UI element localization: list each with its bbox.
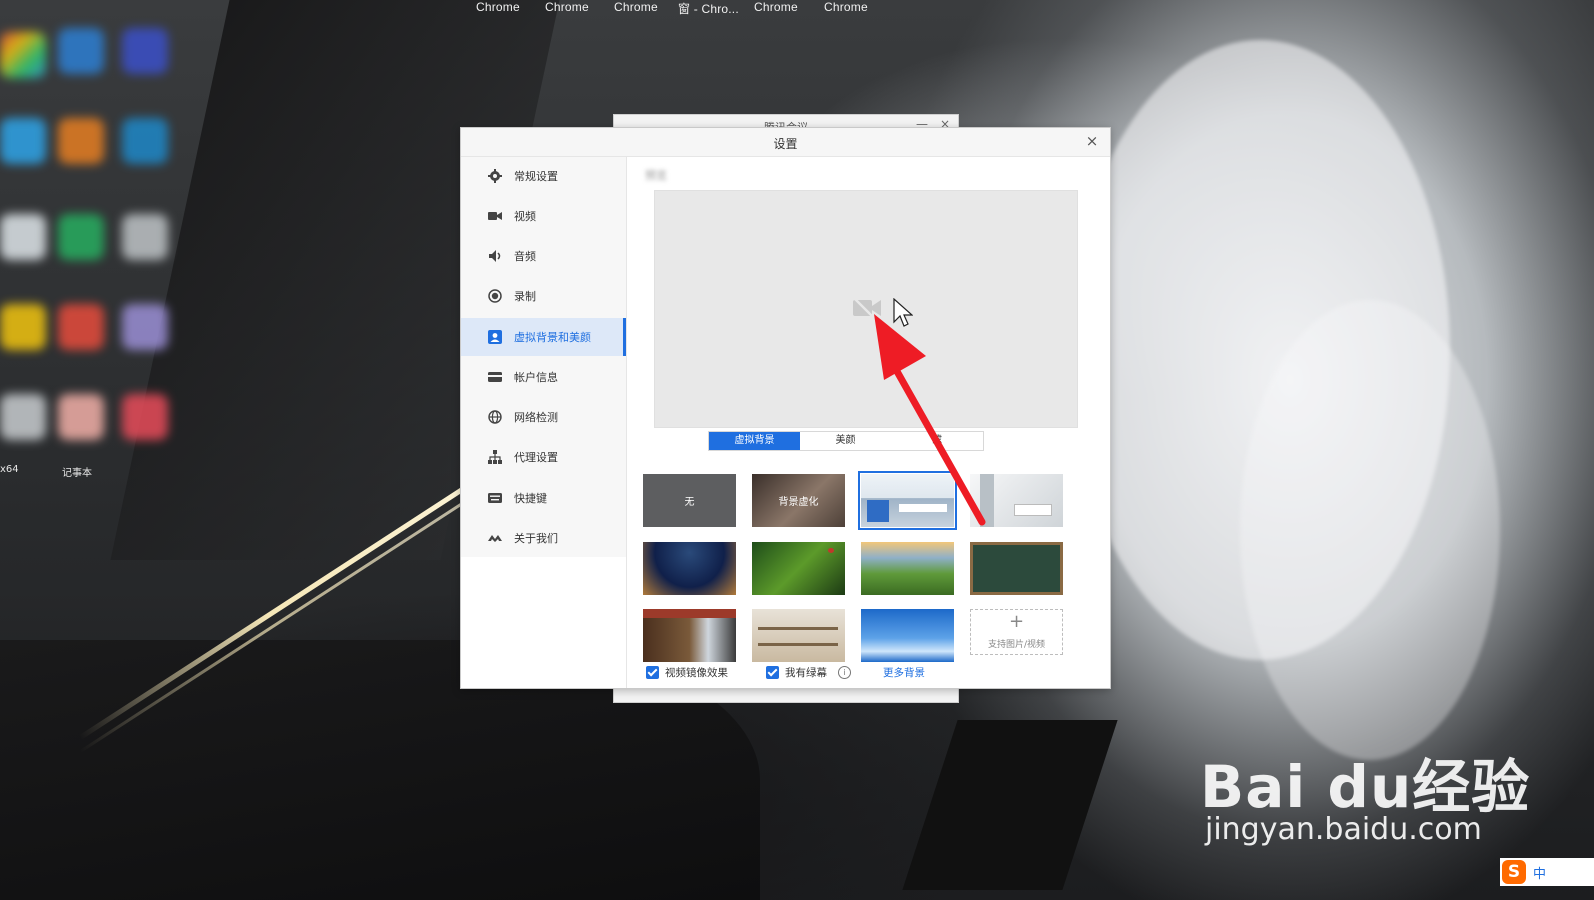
section-title-blurred: 预览	[645, 169, 667, 182]
sidebar-item-audio[interactable]: 音频	[461, 237, 626, 275]
desktop-app-icon[interactable]	[122, 28, 168, 74]
green-screen-checkbox[interactable]	[766, 666, 779, 679]
desktop-app-icon[interactable]	[122, 118, 168, 164]
background-option-blur[interactable]: 背景虚化	[752, 474, 845, 527]
shelf-board	[758, 643, 838, 646]
sidebar-item-label: 帐户信息	[514, 371, 558, 384]
logo-icon	[488, 535, 502, 542]
mirror-checkbox[interactable]	[646, 666, 659, 679]
background-option-shelves[interactable]	[752, 609, 845, 662]
desktop-app-icon[interactable]	[122, 214, 168, 260]
background-option-label: 无	[684, 497, 695, 508]
sidebar-item-label: 视频	[514, 210, 536, 223]
ime-logo-icon[interactable]: S	[1502, 860, 1526, 884]
green-screen-option: 我有绿幕 i	[766, 664, 866, 682]
more-backgrounds-link[interactable]: 更多背景	[883, 665, 925, 680]
sidebar-item-label: 虚拟背景和美颜	[514, 331, 591, 344]
brick-wall	[643, 609, 736, 618]
settings-sidebar: 常规设置 视频 音频 录制 虚拟背景和美颜 帐户信息 网络检测 代理设置 快捷键…	[461, 157, 627, 688]
annotation-arrow	[874, 314, 986, 526]
video-camera-icon	[488, 212, 502, 220]
card-icon	[488, 372, 502, 382]
wallpaper-hair-strands	[1240, 300, 1500, 760]
sidebar-item-label: 代理设置	[514, 451, 558, 464]
close-button[interactable]: ×	[1082, 131, 1102, 151]
info-icon[interactable]: i	[838, 666, 851, 679]
plus-icon: +	[1008, 611, 1025, 632]
sidebar-item-shortcuts[interactable]: 快捷键	[461, 479, 626, 517]
desktop-app-icon[interactable]	[0, 394, 46, 440]
ladybug	[828, 548, 834, 553]
sidebar-item-label: 关于我们	[514, 532, 558, 545]
sidebar-item-account[interactable]: 帐户信息	[461, 358, 626, 396]
desktop-icon-grid: x64 记事本	[0, 0, 180, 479]
sidebar-item-label: 常规设置	[514, 170, 558, 183]
background-option-label: 背景虚化	[778, 497, 819, 508]
portrait-icon	[488, 330, 502, 344]
settings-title: 设置	[773, 137, 798, 151]
desktop-app-icon[interactable]	[58, 304, 104, 350]
settings-titlebar: 设置 ×	[461, 128, 1110, 157]
desktop-app-icon[interactable]	[0, 304, 46, 350]
tab-virtual-background[interactable]: 虚拟背景	[709, 432, 800, 450]
add-background-label: 支持图片/视频	[987, 640, 1046, 650]
taskbar-item[interactable]: Chrome	[545, 0, 589, 14]
settings-dialog: 设置 × 常规设置 视频 音频 录制 虚拟背景和美颜 帐户信息 网络检测 代理设…	[460, 127, 1111, 689]
desktop-app-icon[interactable]	[58, 214, 104, 260]
desktop-icon-label: 记事本	[62, 468, 92, 479]
mirror-label: 视频镜像效果	[665, 667, 728, 679]
desktop-icon-label: x64	[0, 464, 19, 475]
sidebar-item-record[interactable]: 录制	[461, 277, 626, 315]
sidebar-item-proxy[interactable]: 代理设置	[461, 438, 626, 476]
taskbar-item[interactable]: Chrome	[476, 0, 520, 14]
shelf-board	[758, 627, 838, 630]
desktop-app-icon[interactable]	[58, 118, 104, 164]
sidebar-item-network-test[interactable]: 网络检测	[461, 398, 626, 436]
gear-icon	[488, 169, 502, 183]
sidebar-item-label: 快捷键	[514, 492, 547, 505]
taskbar-item[interactable]: Chrome	[614, 0, 658, 14]
record-icon	[488, 289, 502, 303]
background-option-star-trails[interactable]	[643, 542, 736, 595]
ime-mode-indicator[interactable]: 中	[1533, 863, 1546, 882]
system-tray: S 中	[1500, 858, 1594, 886]
background-option-hills[interactable]	[861, 542, 954, 595]
desktop-app-icon[interactable]	[0, 118, 46, 164]
desktop-app-icon[interactable]	[0, 32, 46, 78]
taskbar-item[interactable]: Chrome	[754, 0, 798, 14]
room-table	[1014, 504, 1052, 516]
sidebar-item-general[interactable]: 常规设置	[461, 157, 626, 195]
wallpaper-strap	[902, 720, 1118, 890]
globe-icon	[488, 410, 502, 424]
sidebar-item-video[interactable]: 视频	[461, 197, 626, 235]
baidu-watermark-url: jingyan.baidu.com	[1205, 812, 1482, 847]
green-screen-label: 我有绿幕	[785, 667, 827, 679]
sidebar-item-label: 音频	[514, 250, 536, 263]
network-tree-icon	[488, 450, 502, 464]
sidebar-item-about[interactable]: 关于我们	[461, 519, 626, 557]
sidebar-item-label: 录制	[514, 290, 536, 303]
desktop-app-icon[interactable]	[58, 394, 104, 440]
speaker-icon	[489, 250, 501, 262]
background-option-none[interactable]: 无	[643, 474, 736, 527]
desktop-app-icon[interactable]	[58, 28, 104, 74]
desktop-app-icon[interactable]	[122, 394, 168, 440]
desktop-app-icon[interactable]	[122, 304, 168, 350]
mirror-option: 视频镜像效果	[646, 664, 756, 682]
taskbar-item[interactable]: Chrome	[824, 0, 868, 14]
background-option-leaf[interactable]	[752, 542, 845, 595]
sidebar-item-virtual-background[interactable]: 虚拟背景和美颜	[461, 318, 626, 356]
background-option-sky[interactable]	[861, 609, 954, 662]
desktop-app-icon[interactable]	[0, 214, 46, 260]
taskbar-item[interactable]: 窗 - Chro...	[678, 0, 739, 17]
background-option-chalkboard[interactable]	[970, 542, 1063, 595]
add-background-button[interactable]: + 支持图片/视频	[970, 609, 1063, 655]
background-option-bookshelf[interactable]	[643, 609, 736, 662]
keyboard-icon	[488, 493, 502, 503]
sidebar-blank-area	[461, 557, 626, 688]
sidebar-item-label: 网络检测	[514, 411, 558, 424]
